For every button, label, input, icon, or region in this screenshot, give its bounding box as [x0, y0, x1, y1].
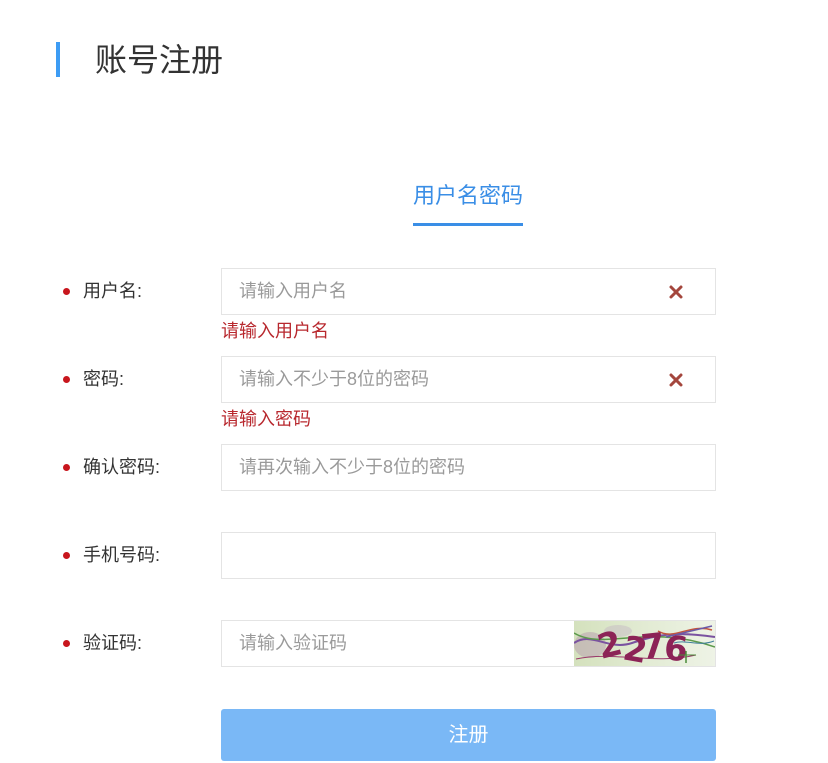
required-dot [63, 288, 70, 295]
required-dot [63, 640, 70, 647]
register-submit-button[interactable]: 注册 [221, 709, 716, 761]
title-accent-bar [56, 42, 60, 77]
captcha-code-text: 2276 [594, 624, 689, 666]
captcha-label: 验证码: [83, 633, 143, 653]
captcha-image[interactable]: 2276 [574, 621, 715, 666]
required-dot [63, 376, 70, 383]
captcha-field: 2276 [221, 620, 716, 667]
form-row-username: 用户名: 请输入用户名 [0, 268, 828, 341]
username-error-message: 请输入用户名 [221, 321, 329, 341]
confirm-password-input[interactable] [222, 445, 715, 490]
phone-input[interactable] [222, 533, 715, 578]
password-error-message: 请输入密码 [221, 409, 311, 429]
username-label: 用户名: [83, 281, 143, 301]
phone-field [221, 532, 716, 579]
phone-label: 手机号码: [83, 545, 161, 565]
form-row-password: 密码: 请输入密码 [0, 356, 828, 429]
close-x-icon[interactable] [668, 284, 684, 300]
required-dot [63, 464, 70, 471]
tab-username-password[interactable]: 用户名密码 [413, 180, 523, 226]
page-title: 账号注册 [95, 42, 224, 78]
password-field [221, 356, 716, 403]
form-row-confirm-password: 确认密码: [0, 444, 828, 491]
register-page: 账号注册 用户名密码 用户名: 请输入用户名 密码: 请输入密码 [0, 0, 828, 763]
confirm-password-label: 确认密码: [83, 457, 161, 477]
form-row-phone: 手机号码: [0, 532, 828, 579]
username-field [221, 268, 716, 315]
tab-label: 用户名密码 [413, 183, 524, 208]
required-dot [63, 552, 70, 559]
confirm-password-field [221, 444, 716, 491]
password-label: 密码: [83, 369, 125, 389]
form-row-captcha: 验证码: 2276 [0, 620, 828, 667]
username-input[interactable] [222, 269, 715, 314]
close-x-icon[interactable] [668, 372, 684, 388]
password-input[interactable] [222, 357, 715, 402]
